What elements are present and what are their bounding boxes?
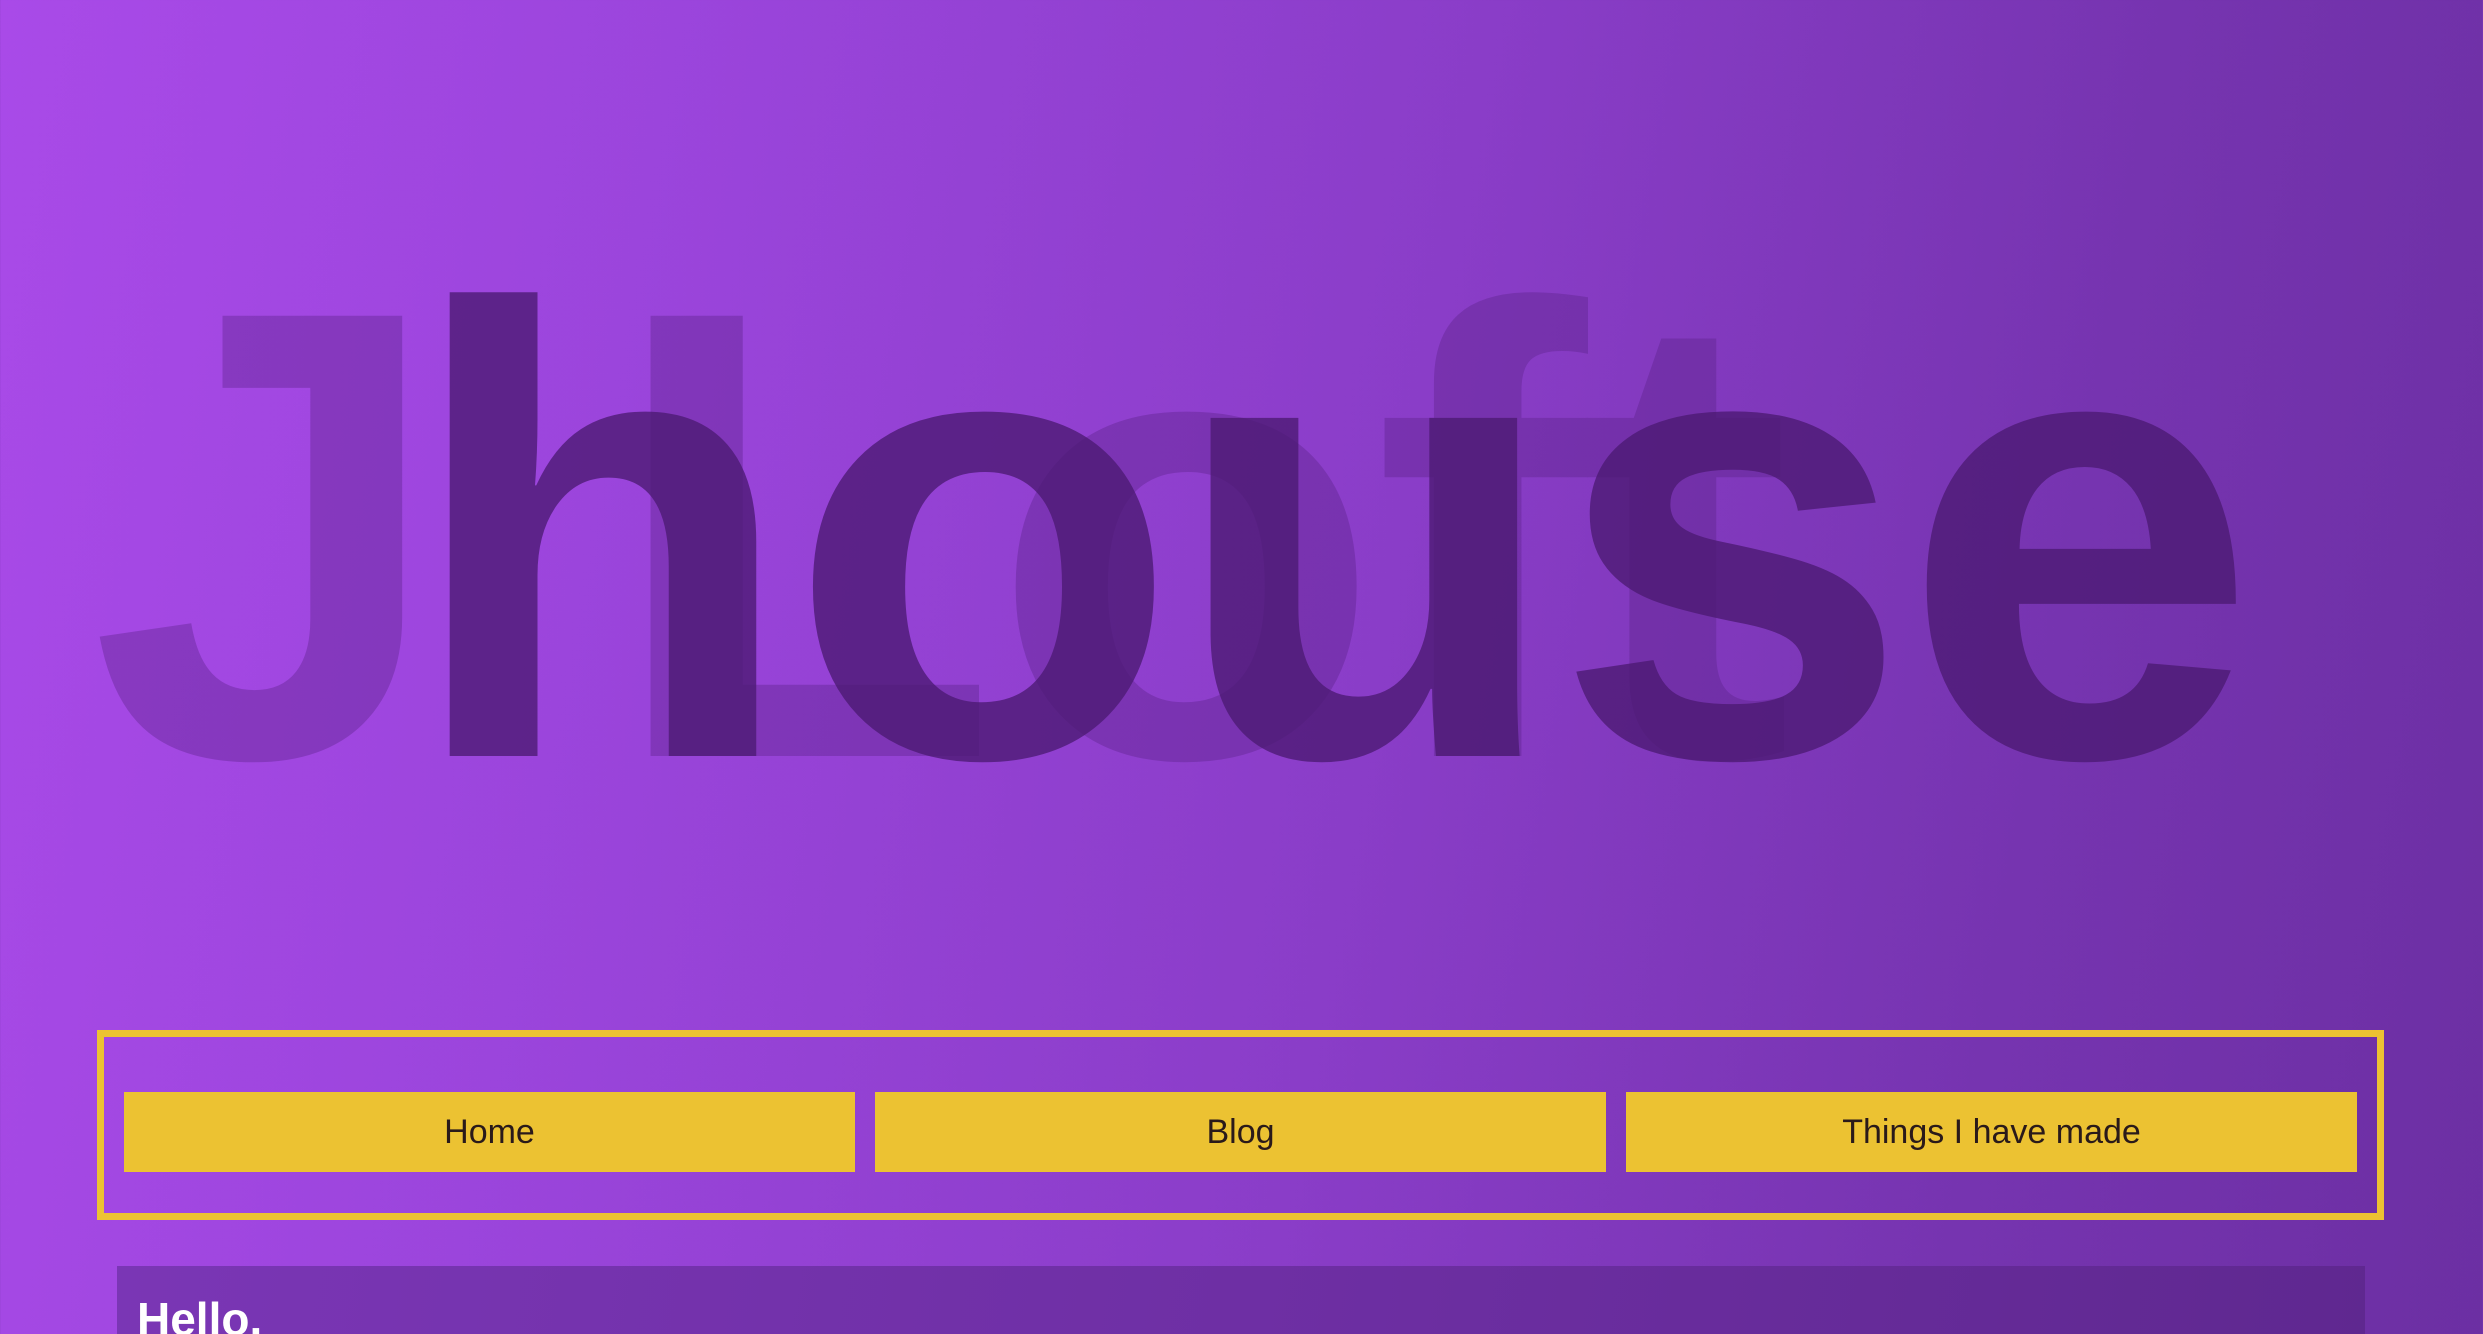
main-navigation: Home Blog Things I have made bbox=[97, 1030, 2384, 1220]
nav-blog-button[interactable]: Blog bbox=[875, 1092, 1606, 1172]
nav-things-i-have-made-button[interactable]: Things I have made bbox=[1626, 1092, 2357, 1172]
nav-button-group: Home Blog Things I have made bbox=[124, 1092, 2357, 1172]
site-header-logo: J Loft house bbox=[0, 0, 2483, 1000]
intro-panel: Hello. bbox=[117, 1266, 2365, 1334]
nav-home-button[interactable]: Home bbox=[124, 1092, 855, 1172]
logo-foreground-word: house bbox=[405, 177, 2258, 892]
intro-heading: Hello. bbox=[137, 1293, 263, 1334]
